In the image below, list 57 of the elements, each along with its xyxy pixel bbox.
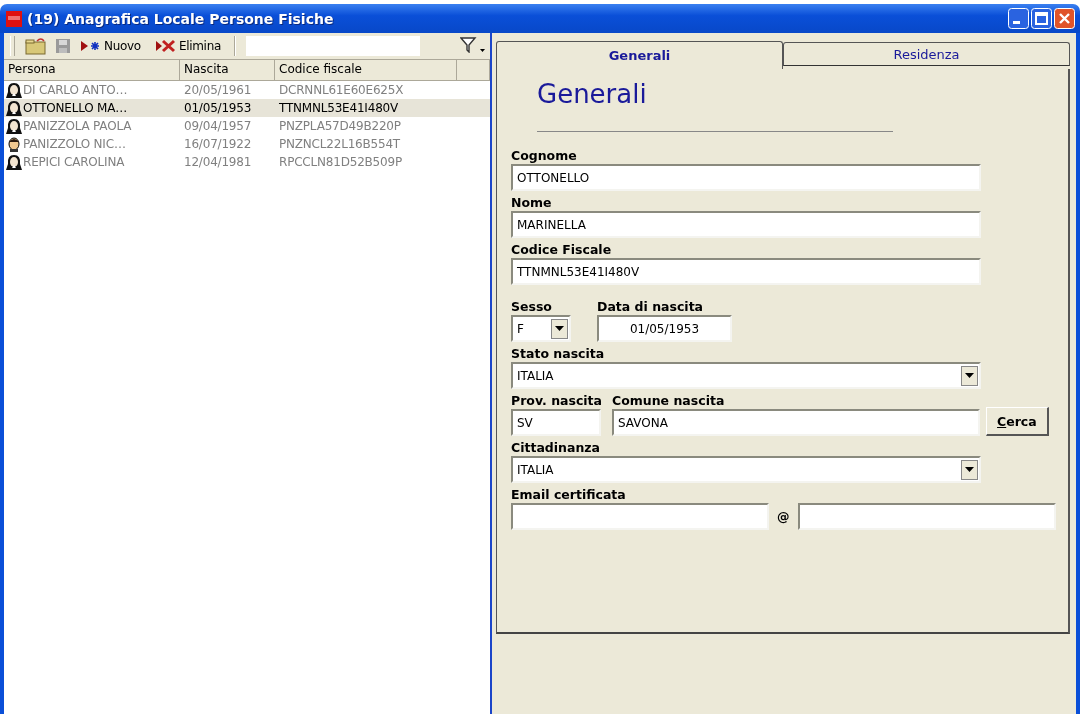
table-cell: PANIZZOLA PAOLA xyxy=(23,119,132,133)
cross-icon xyxy=(154,39,177,53)
field-label: Data di nascita xyxy=(597,299,704,314)
search-field[interactable] xyxy=(246,36,420,56)
section-heading: Generali xyxy=(537,79,647,109)
at-sign: @ xyxy=(777,509,790,524)
input-field[interactable]: OTTONELLO xyxy=(511,164,981,191)
filter-icon[interactable] xyxy=(460,36,486,53)
table-cell: REPICI CAROLINA xyxy=(23,155,125,169)
table-cell-text: DCRNNL61E60E625X xyxy=(278,83,405,97)
date-field[interactable]: 01/05/1953 xyxy=(597,315,732,342)
input-field[interactable]: MARINELLA xyxy=(511,211,981,238)
tab[interactable]: Generali xyxy=(496,41,783,69)
table-cell-text: RPCCLN81D52B509P xyxy=(278,155,403,169)
table-cell-text: TTNMNL53E41I480V xyxy=(278,101,399,115)
table-cell: OTTONELLO MA… xyxy=(23,101,128,115)
arrow-star-icon xyxy=(80,40,102,52)
person-icon xyxy=(6,136,22,152)
input-field[interactable] xyxy=(797,503,1056,530)
field-label: Nome xyxy=(511,195,552,210)
field-label: Stato nascita xyxy=(511,346,605,361)
table-cell: PANIZZOLO NIC… xyxy=(23,137,126,151)
window-title: (19) Anagrafica Locale Persone Fisiche xyxy=(27,10,335,27)
dropdown[interactable]: F xyxy=(511,315,571,342)
column-header[interactable]: Nascita xyxy=(180,60,275,80)
table-cell-text: 09/04/1957 xyxy=(183,119,253,133)
input-field[interactable] xyxy=(511,503,769,530)
table-cell-text: PNZPLA57D49B220P xyxy=(278,119,402,133)
column-header[interactable]: Codice fiscale xyxy=(275,60,457,80)
search-button[interactable]: Cerca xyxy=(986,407,1049,436)
field-label: Comune nascita xyxy=(612,393,725,408)
table-cell-text: PNZNCL22L16B554T xyxy=(278,137,401,151)
table-cell-text: 01/05/1953 xyxy=(183,101,253,115)
field-label: Sesso xyxy=(511,299,552,314)
table-cell-text: 16/07/1922 xyxy=(183,137,253,151)
field-label: Codice Fiscale xyxy=(511,242,612,257)
field-label: Prov. nascita xyxy=(511,393,603,408)
field-label: Email certificata xyxy=(511,487,626,502)
new-button[interactable]: Nuovo xyxy=(77,38,144,54)
field-label: Cittadinanza xyxy=(511,440,601,455)
input-field[interactable]: TTNMNL53E41I480V xyxy=(511,258,981,285)
close-button[interactable] xyxy=(1054,8,1075,29)
field-label: Cognome xyxy=(511,148,577,163)
folder-icon[interactable] xyxy=(25,37,47,55)
maximize-button[interactable] xyxy=(1031,8,1052,29)
app-icon xyxy=(6,10,22,27)
table-cell: DI CARLO ANTO… xyxy=(23,83,128,97)
dropdown[interactable]: ITALIA xyxy=(511,456,981,483)
minimize-button[interactable] xyxy=(1008,8,1029,29)
dropdown[interactable]: ITALIA xyxy=(511,362,981,389)
tab[interactable]: Residenza xyxy=(783,42,1070,66)
column-header[interactable]: Persona xyxy=(4,60,180,80)
table-cell-text: 20/05/1961 xyxy=(183,83,253,97)
delete-button[interactable]: Elimina xyxy=(151,38,224,54)
input-field[interactable]: SAVONA xyxy=(612,409,981,436)
table-cell-text: 12/04/1981 xyxy=(183,155,253,169)
input-field[interactable]: SV xyxy=(511,409,601,436)
